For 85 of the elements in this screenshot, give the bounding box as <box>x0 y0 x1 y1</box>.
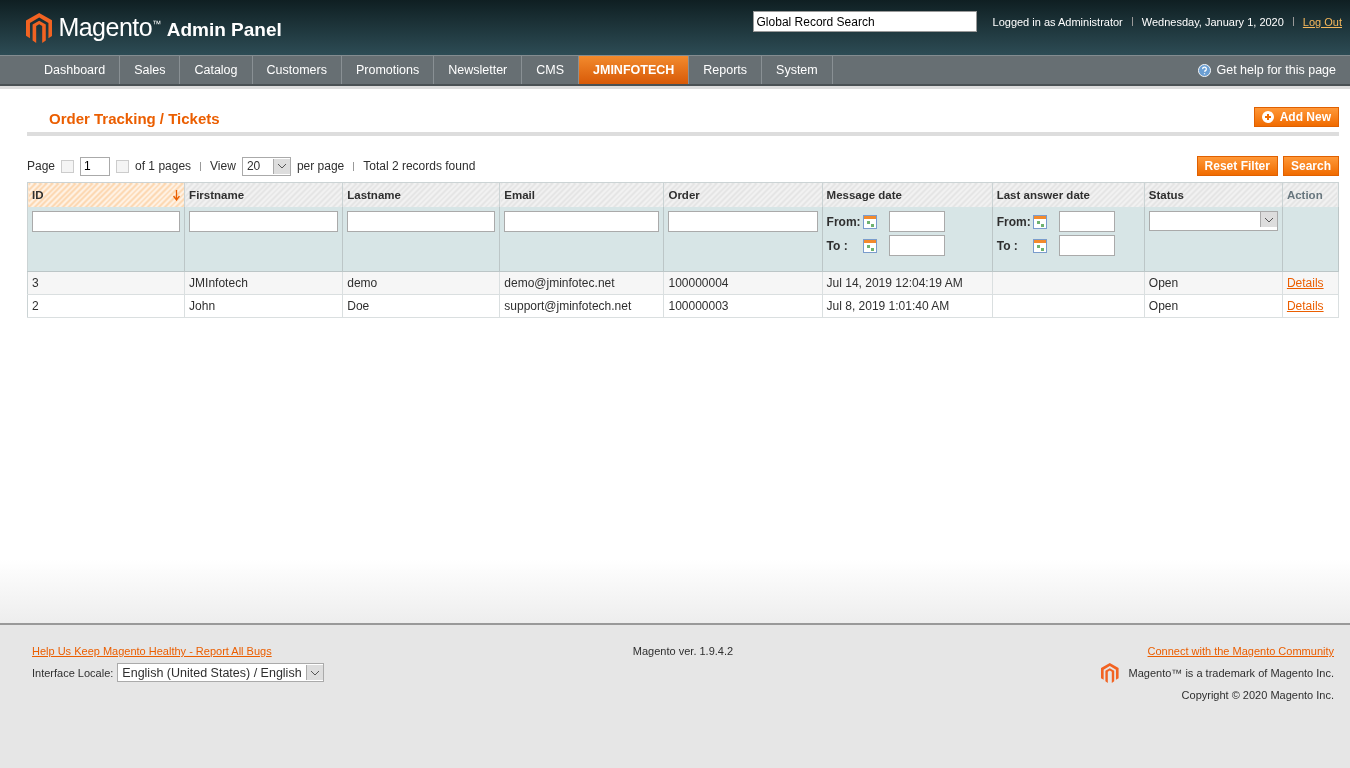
table-cell: Open <box>1148 276 1179 290</box>
date-from-field[interactable] <box>888 211 945 232</box>
filter-button[interactable]: Reset Filter <box>1196 156 1278 176</box>
sort-arrow-icon <box>173 189 181 201</box>
filter-field[interactable] <box>189 211 339 232</box>
calendar-icon[interactable] <box>862 238 877 253</box>
page-count: of 1 pages <box>135 159 192 173</box>
global-search-field[interactable]: Global Record Search <box>752 11 977 32</box>
nav-tab[interactable]: Catalog <box>180 56 253 84</box>
from-label: From: <box>826 214 862 229</box>
column-header[interactable]: Lastname <box>342 182 500 207</box>
nav-tab[interactable]: JMINFOTECH <box>579 56 690 84</box>
filter-button[interactable]: Search <box>1282 156 1339 176</box>
calendar-icon[interactable] <box>862 214 877 229</box>
column-header[interactable]: Last answer date <box>992 182 1145 207</box>
help-icon <box>1198 63 1212 77</box>
table-cell: Doe <box>347 299 370 313</box>
table-cell: 100000004 <box>668 276 729 290</box>
nav-tab[interactable]: Promotions <box>341 56 435 84</box>
add-new-button[interactable]: Add New <box>1253 107 1339 127</box>
per-page-dropdown[interactable]: 20 <box>241 156 291 176</box>
to-label: To : <box>826 238 849 253</box>
locale-label: Interface Locale: <box>32 666 114 679</box>
page-label: Page <box>27 159 56 173</box>
table-cell: JMInfotech <box>189 276 248 290</box>
table-cell: Jul 14, 2019 12:04:19 AM <box>826 276 963 290</box>
per-page-label: per page <box>296 159 345 173</box>
to-label: To : <box>996 238 1019 253</box>
nav-tab[interactable]: Newsletter <box>434 56 523 84</box>
caret-icon <box>276 163 287 169</box>
product-name: Admin Panel <box>166 18 282 41</box>
column-header: Action <box>1282 182 1339 207</box>
page-title: Order Tracking / Tickets <box>49 110 220 127</box>
date-to-field[interactable] <box>888 235 945 256</box>
column-header[interactable]: Firstname <box>184 182 343 207</box>
caret-icon <box>1263 216 1274 223</box>
status-dropdown[interactable] <box>1148 211 1278 231</box>
date-to-field[interactable] <box>1058 235 1115 256</box>
locale-dropdown[interactable]: English (United States) / English <box>117 663 324 682</box>
logo-icon <box>26 12 53 43</box>
nav-tab[interactable]: Reports <box>689 56 763 84</box>
calendar-icon[interactable] <box>1032 238 1047 253</box>
table-cell: John <box>189 299 216 313</box>
table-cell: 3 <box>32 276 39 290</box>
report-bugs-link[interactable]: Help Us Keep Magento Healthy - Report All Bugs <box>32 645 272 657</box>
version-text: Magento ver. 1.9.4.2 <box>632 645 734 657</box>
trademark-text: Magento™ is a trademark of Magento Inc. <box>1128 667 1334 679</box>
filter-field[interactable] <box>32 211 181 232</box>
next-page-button[interactable] <box>116 159 130 173</box>
plus-icon <box>1261 111 1274 123</box>
column-header[interactable]: Order <box>663 182 823 207</box>
column-header[interactable]: ID <box>27 182 185 207</box>
user-text: Logged in as Administrator <box>992 15 1123 28</box>
column-header[interactable]: Status <box>1144 182 1283 207</box>
date-from-field[interactable] <box>1058 211 1115 232</box>
copyright-text: Copyright © 2020 Magento Inc. <box>1181 689 1334 701</box>
date-text: Wednesday, January 1, 2020 <box>1141 15 1284 28</box>
nav-tab[interactable]: Sales <box>120 56 181 84</box>
column-header[interactable]: Message date <box>822 182 993 207</box>
logo-text: Magento$^{™}$ <box>58 13 161 42</box>
nav-tab[interactable]: System <box>762 56 833 84</box>
filter-field[interactable] <box>668 211 818 232</box>
nav-tab[interactable]: Customers <box>252 56 342 84</box>
records-count: Total 2 records found <box>363 159 476 173</box>
table-cell: 2 <box>32 299 39 313</box>
view-label: View <box>210 159 236 173</box>
nav-tab[interactable]: Dashboard <box>30 56 121 84</box>
help-link[interactable]: Get help for this page <box>1198 56 1350 84</box>
caret-icon <box>309 669 320 676</box>
table-cell: Open <box>1148 299 1179 313</box>
logout-link[interactable]: Log Out <box>1302 15 1342 28</box>
previous-page-button[interactable] <box>61 159 75 173</box>
filter-field[interactable] <box>504 211 660 232</box>
calendar-icon[interactable] <box>1032 214 1047 229</box>
page-number-field[interactable]: 1 <box>80 156 111 176</box>
table-cell: demo@jminfotec.net <box>504 276 615 290</box>
from-label: From: <box>996 214 1032 229</box>
community-link[interactable]: Connect with the Magento Community <box>1147 645 1334 657</box>
table-cell: demo <box>347 276 378 290</box>
table-cell: support@jminfotech.net <box>504 299 632 313</box>
table-cell: Jul 8, 2019 1:01:40 AM <box>826 299 950 313</box>
column-header[interactable]: Email <box>499 182 664 207</box>
filter-field[interactable] <box>347 211 496 232</box>
table-cell: 100000003 <box>668 299 729 313</box>
logo-icon <box>1100 663 1119 683</box>
